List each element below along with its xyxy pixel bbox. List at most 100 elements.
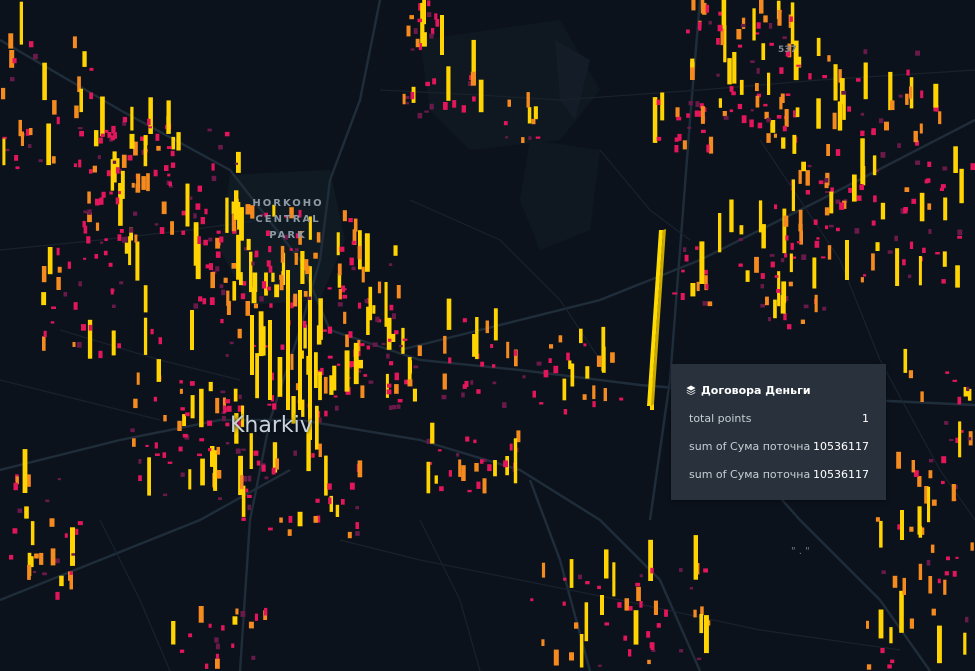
hexbin-bar[interactable] [880,202,886,220]
hexbin-bar[interactable] [76,342,82,348]
hexbin-bar[interactable] [128,236,132,266]
hexbin-bar[interactable] [349,482,355,490]
hexbin-bar[interactable] [259,296,264,302]
hexbin-bar[interactable] [862,166,866,186]
hexbin-bar[interactable] [130,106,134,131]
hexbin-bar[interactable] [684,254,689,262]
hexbin-bar[interactable] [822,306,827,311]
hexbin-bar[interactable] [221,625,225,631]
hexbin-bar[interactable] [327,287,332,290]
hexbin-bar[interactable] [797,241,801,244]
hexbin-bar[interactable] [38,159,43,163]
hexbin-bar[interactable] [261,281,267,289]
hexbin-bar[interactable] [216,470,222,479]
hexbin-bar[interactable] [42,572,47,576]
hexbin-bar[interactable] [782,125,787,132]
hexbin-bar[interactable] [717,24,723,32]
hexbin-bar[interactable] [345,334,349,348]
hexbin-bar[interactable] [527,107,532,124]
hexbin-bar[interactable] [965,616,969,623]
hexbin-bar[interactable] [801,254,807,260]
hexbin-bar[interactable] [215,653,219,659]
hexbin-bar[interactable] [866,620,869,629]
hexbin-bar[interactable] [894,235,898,242]
hexbin-bar[interactable] [98,137,103,144]
hexbin-bar[interactable] [424,110,429,113]
hexbin-bar[interactable] [189,381,195,386]
hexbin-bar[interactable] [918,526,923,538]
hexbin-bar[interactable] [957,396,962,405]
hexbin-bar[interactable] [59,575,64,587]
hexbin-bar[interactable] [513,438,518,484]
hexbin-bar[interactable] [695,101,700,107]
hexbin-bar[interactable] [785,93,791,97]
hexbin-bar[interactable] [680,293,685,300]
hexbin-bar[interactable] [402,338,408,341]
hexbin-bar[interactable] [211,175,217,181]
hexbin-bar[interactable] [909,86,913,99]
hexbin-bar[interactable] [42,62,47,101]
hexbin-bar[interactable] [915,50,920,56]
hexbin-bar[interactable] [487,464,492,472]
hexbin-bar[interactable] [660,92,665,121]
hexbin-bar[interactable] [721,0,727,29]
hexbin-bar[interactable] [766,133,771,143]
hexbin-bar[interactable] [415,38,420,48]
hexbin-bar[interactable] [101,191,106,198]
hexbin-bar[interactable] [47,247,53,275]
hexbin-bar[interactable] [219,284,224,289]
hexbin-bar[interactable] [27,564,31,580]
hexbin-bar[interactable] [745,270,750,282]
hexbin-bar[interactable] [333,395,338,398]
hexbin-bar[interactable] [890,100,895,110]
hexbin-bar[interactable] [159,227,165,234]
hexbin-bar[interactable] [246,494,252,498]
hexbin-bar[interactable] [163,493,168,497]
hexbin-bar[interactable] [225,399,231,404]
hexbin-bar[interactable] [50,548,56,566]
hexbin-bar[interactable] [801,161,806,172]
hexbin-bar[interactable] [94,130,99,147]
hexbin-bar[interactable] [413,365,419,369]
hexbin-bar[interactable] [718,11,722,16]
hexbin-bar[interactable] [251,261,255,266]
hexbin-bar[interactable] [881,570,886,574]
hexbin-bar[interactable] [156,145,161,151]
hexbin-bar[interactable] [931,608,936,616]
hexbin-bar[interactable] [583,343,587,347]
hexbin-bar[interactable] [311,453,315,458]
hexbin-bar[interactable] [303,291,308,297]
hexbin-bar[interactable] [49,518,55,527]
hexbin-bar[interactable] [814,240,820,248]
hexbin-bar[interactable] [179,649,185,653]
hexbin-bar[interactable] [543,369,549,378]
hexbin-bar[interactable] [355,531,360,536]
hexbin-bar[interactable] [164,165,169,171]
hexbin-bar[interactable] [237,328,242,339]
hexbin-bar[interactable] [578,574,582,580]
hexbin-bar[interactable] [902,577,907,595]
hexbin-bar[interactable] [408,360,412,374]
hexbin-bar[interactable] [770,261,775,268]
hexbin-bar[interactable] [41,292,47,306]
hexbin-bar[interactable] [937,625,942,664]
hexbin-bar[interactable] [760,303,765,308]
hexbin-bar[interactable] [533,106,538,120]
hexbin-bar[interactable] [106,170,111,177]
hexbin-bar[interactable] [240,293,246,300]
hexbin-bar[interactable] [78,281,82,287]
hexbin-bar[interactable] [860,112,865,116]
hexbin-bar[interactable] [604,549,609,579]
hexbin-bar[interactable] [940,184,946,189]
hexbin-bar[interactable] [111,125,116,133]
hexbin-bar[interactable] [372,305,376,314]
hexbin-bar[interactable] [755,83,759,92]
hexbin-bar[interactable] [394,330,399,335]
hexbin-bar[interactable] [601,346,606,373]
hexbin-bar[interactable] [531,118,536,125]
hexbin-bar[interactable] [816,98,821,129]
hexbin-bar[interactable] [897,143,901,148]
hexbin-bar[interactable] [242,281,247,286]
hexbin-bar[interactable] [919,192,925,222]
hexbin-bar[interactable] [120,170,125,199]
